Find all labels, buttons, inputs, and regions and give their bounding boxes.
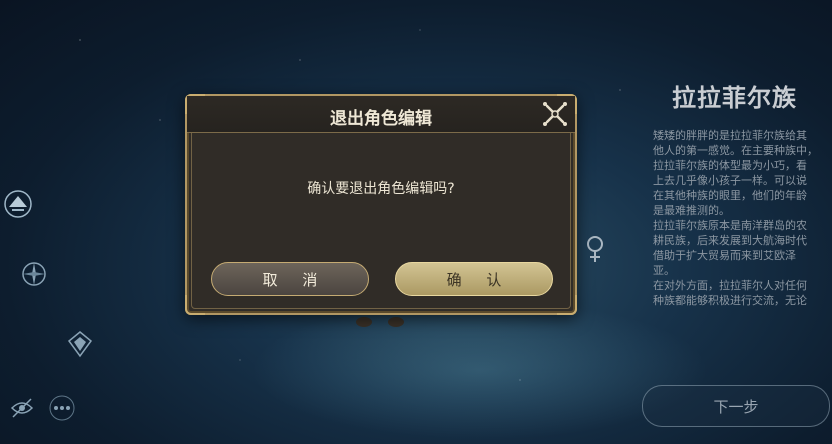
- race-description: 矮矮的胖胖的是拉拉菲尔族给其 他人的第一感觉。在主要种族中， 拉拉菲尔族的体型最…: [653, 128, 829, 308]
- dialog-title: 退出角色编辑: [330, 109, 432, 129]
- race-description-line: 在其他种族的眼里，他们的年龄: [653, 189, 807, 202]
- race-description-line: 上去几乎像小孩子一样。可以说: [653, 174, 807, 187]
- compass-icon[interactable]: [16, 256, 52, 292]
- next-step-button[interactable]: 下一步: [642, 385, 830, 427]
- female-symbol-icon[interactable]: [582, 234, 608, 264]
- confirm-button[interactable]: 确 认: [395, 262, 553, 296]
- race-description-line: 拉拉菲尔族原本是南洋群岛的农: [653, 219, 807, 232]
- race-description-line: 矮矮的胖胖的是拉拉菲尔族给其: [653, 129, 807, 142]
- close-icon[interactable]: [541, 100, 569, 128]
- floor-glow: [250, 300, 710, 440]
- hide-ui-icon[interactable]: [4, 390, 40, 426]
- cancel-button[interactable]: 取 消: [211, 262, 369, 296]
- exit-confirm-dialog: 退出角色编辑 确认要退出角色编辑吗? 取 消 确 认: [185, 94, 577, 315]
- race-description-line: 拉拉菲尔族的体型最为小巧，看: [653, 159, 807, 172]
- crest-icon[interactable]: [62, 326, 98, 362]
- star-ship-icon[interactable]: [0, 186, 36, 222]
- ornament-corner: [557, 295, 577, 315]
- race-description-line: 亚。: [653, 264, 675, 277]
- ornament-corner: [185, 295, 205, 315]
- race-description-line: 种族都能够积极进行交流，无论: [653, 294, 807, 307]
- race-description-line: 在对外方面，拉拉菲尔人对任何: [653, 279, 807, 292]
- more-icon[interactable]: [44, 390, 80, 426]
- dialog-header: 退出角色编辑: [187, 96, 575, 133]
- race-description-line: 他人的第一感觉。在主要种族中，: [653, 144, 818, 157]
- race-title: 拉拉菲尔族: [672, 83, 797, 112]
- race-description-line: 是最难推测的。: [653, 204, 730, 217]
- race-description-line: 借助于扩大贸易而来到艾欧泽: [653, 249, 796, 262]
- race-description-line: 耕民族，后来发展到大航海时代: [653, 234, 807, 247]
- dialog-message: 确认要退出角色编辑吗?: [307, 181, 455, 197]
